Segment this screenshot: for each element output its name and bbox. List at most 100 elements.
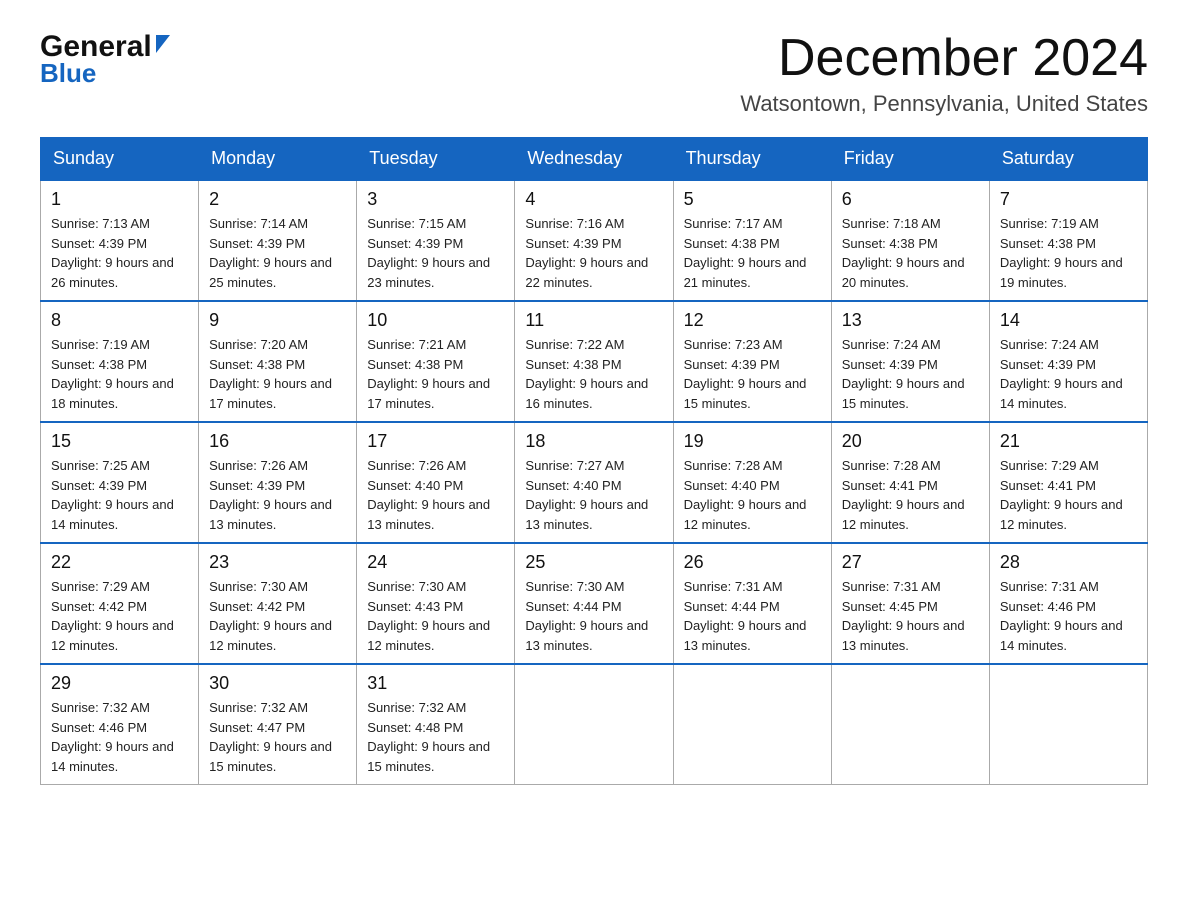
calendar-cell: 16 Sunrise: 7:26 AM Sunset: 4:39 PM Dayl… [199,422,357,543]
calendar-week-row: 29 Sunrise: 7:32 AM Sunset: 4:46 PM Dayl… [41,664,1148,785]
day-number: 29 [51,673,188,694]
calendar-week-row: 1 Sunrise: 7:13 AM Sunset: 4:39 PM Dayli… [41,180,1148,301]
daylight-label: Daylight: 9 hours and 14 minutes. [51,739,174,774]
sunrise-label: Sunrise: 7:17 AM [684,216,783,231]
sunrise-label: Sunrise: 7:31 AM [842,579,941,594]
sunset-label: Sunset: 4:40 PM [525,478,621,493]
sunrise-label: Sunrise: 7:22 AM [525,337,624,352]
calendar-cell: 8 Sunrise: 7:19 AM Sunset: 4:38 PM Dayli… [41,301,199,422]
sunset-label: Sunset: 4:40 PM [367,478,463,493]
day-number: 4 [525,189,662,210]
day-info: Sunrise: 7:21 AM Sunset: 4:38 PM Dayligh… [367,335,504,413]
sunset-label: Sunset: 4:38 PM [842,236,938,251]
sunrise-label: Sunrise: 7:20 AM [209,337,308,352]
day-info: Sunrise: 7:15 AM Sunset: 4:39 PM Dayligh… [367,214,504,292]
daylight-label: Daylight: 9 hours and 15 minutes. [209,739,332,774]
sunrise-label: Sunrise: 7:19 AM [1000,216,1099,231]
day-info: Sunrise: 7:29 AM Sunset: 4:42 PM Dayligh… [51,577,188,655]
day-number: 23 [209,552,346,573]
day-number: 30 [209,673,346,694]
header-thursday: Thursday [673,138,831,181]
sunrise-label: Sunrise: 7:24 AM [842,337,941,352]
day-info: Sunrise: 7:28 AM Sunset: 4:40 PM Dayligh… [684,456,821,534]
sunset-label: Sunset: 4:41 PM [842,478,938,493]
day-number: 5 [684,189,821,210]
daylight-label: Daylight: 9 hours and 13 minutes. [684,618,807,653]
sunrise-label: Sunrise: 7:27 AM [525,458,624,473]
day-info: Sunrise: 7:30 AM Sunset: 4:43 PM Dayligh… [367,577,504,655]
sunset-label: Sunset: 4:39 PM [525,236,621,251]
day-info: Sunrise: 7:14 AM Sunset: 4:39 PM Dayligh… [209,214,346,292]
daylight-label: Daylight: 9 hours and 12 minutes. [1000,497,1123,532]
sunrise-label: Sunrise: 7:28 AM [842,458,941,473]
calendar-cell [673,664,831,785]
day-info: Sunrise: 7:32 AM Sunset: 4:47 PM Dayligh… [209,698,346,776]
sunset-label: Sunset: 4:39 PM [209,478,305,493]
daylight-label: Daylight: 9 hours and 12 minutes. [367,618,490,653]
sunrise-label: Sunrise: 7:31 AM [1000,579,1099,594]
day-number: 12 [684,310,821,331]
sunrise-label: Sunrise: 7:19 AM [51,337,150,352]
daylight-label: Daylight: 9 hours and 13 minutes. [525,618,648,653]
daylight-label: Daylight: 9 hours and 13 minutes. [525,497,648,532]
sunrise-label: Sunrise: 7:32 AM [209,700,308,715]
sunset-label: Sunset: 4:45 PM [842,599,938,614]
calendar-cell: 20 Sunrise: 7:28 AM Sunset: 4:41 PM Dayl… [831,422,989,543]
day-number: 21 [1000,431,1137,452]
sunrise-label: Sunrise: 7:15 AM [367,216,466,231]
sunset-label: Sunset: 4:39 PM [51,236,147,251]
header-friday: Friday [831,138,989,181]
sunrise-label: Sunrise: 7:30 AM [367,579,466,594]
calendar-cell: 23 Sunrise: 7:30 AM Sunset: 4:42 PM Dayl… [199,543,357,664]
day-info: Sunrise: 7:32 AM Sunset: 4:48 PM Dayligh… [367,698,504,776]
sunset-label: Sunset: 4:40 PM [684,478,780,493]
sunrise-label: Sunrise: 7:30 AM [525,579,624,594]
calendar-cell: 3 Sunrise: 7:15 AM Sunset: 4:39 PM Dayli… [357,180,515,301]
sunset-label: Sunset: 4:41 PM [1000,478,1096,493]
header-monday: Monday [199,138,357,181]
daylight-label: Daylight: 9 hours and 21 minutes. [684,255,807,290]
day-number: 2 [209,189,346,210]
calendar-cell: 24 Sunrise: 7:30 AM Sunset: 4:43 PM Dayl… [357,543,515,664]
calendar-cell: 17 Sunrise: 7:26 AM Sunset: 4:40 PM Dayl… [357,422,515,543]
calendar-cell: 12 Sunrise: 7:23 AM Sunset: 4:39 PM Dayl… [673,301,831,422]
day-number: 6 [842,189,979,210]
calendar-cell: 9 Sunrise: 7:20 AM Sunset: 4:38 PM Dayli… [199,301,357,422]
sunset-label: Sunset: 4:39 PM [1000,357,1096,372]
location-title: Watsontown, Pennsylvania, United States [740,91,1148,117]
day-info: Sunrise: 7:22 AM Sunset: 4:38 PM Dayligh… [525,335,662,413]
daylight-label: Daylight: 9 hours and 26 minutes. [51,255,174,290]
day-number: 3 [367,189,504,210]
daylight-label: Daylight: 9 hours and 15 minutes. [684,376,807,411]
calendar-cell: 26 Sunrise: 7:31 AM Sunset: 4:44 PM Dayl… [673,543,831,664]
calendar-week-row: 15 Sunrise: 7:25 AM Sunset: 4:39 PM Dayl… [41,422,1148,543]
day-number: 9 [209,310,346,331]
page-header: General Blue December 2024 Watsontown, P… [40,30,1148,117]
sunset-label: Sunset: 4:38 PM [1000,236,1096,251]
daylight-label: Daylight: 9 hours and 13 minutes. [842,618,965,653]
daylight-label: Daylight: 9 hours and 14 minutes. [51,497,174,532]
sunrise-label: Sunrise: 7:31 AM [684,579,783,594]
sunrise-label: Sunrise: 7:30 AM [209,579,308,594]
day-info: Sunrise: 7:25 AM Sunset: 4:39 PM Dayligh… [51,456,188,534]
sunrise-label: Sunrise: 7:28 AM [684,458,783,473]
sunrise-label: Sunrise: 7:13 AM [51,216,150,231]
day-number: 11 [525,310,662,331]
calendar-cell: 28 Sunrise: 7:31 AM Sunset: 4:46 PM Dayl… [989,543,1147,664]
title-area: December 2024 Watsontown, Pennsylvania, … [740,30,1148,117]
daylight-label: Daylight: 9 hours and 20 minutes. [842,255,965,290]
day-number: 7 [1000,189,1137,210]
sunrise-label: Sunrise: 7:29 AM [1000,458,1099,473]
calendar-cell: 30 Sunrise: 7:32 AM Sunset: 4:47 PM Dayl… [199,664,357,785]
sunset-label: Sunset: 4:44 PM [684,599,780,614]
sunrise-label: Sunrise: 7:26 AM [367,458,466,473]
daylight-label: Daylight: 9 hours and 17 minutes. [209,376,332,411]
calendar-cell: 27 Sunrise: 7:31 AM Sunset: 4:45 PM Dayl… [831,543,989,664]
day-info: Sunrise: 7:23 AM Sunset: 4:39 PM Dayligh… [684,335,821,413]
day-info: Sunrise: 7:27 AM Sunset: 4:40 PM Dayligh… [525,456,662,534]
sunset-label: Sunset: 4:39 PM [367,236,463,251]
daylight-label: Daylight: 9 hours and 25 minutes. [209,255,332,290]
calendar-cell: 19 Sunrise: 7:28 AM Sunset: 4:40 PM Dayl… [673,422,831,543]
day-info: Sunrise: 7:17 AM Sunset: 4:38 PM Dayligh… [684,214,821,292]
day-number: 14 [1000,310,1137,331]
